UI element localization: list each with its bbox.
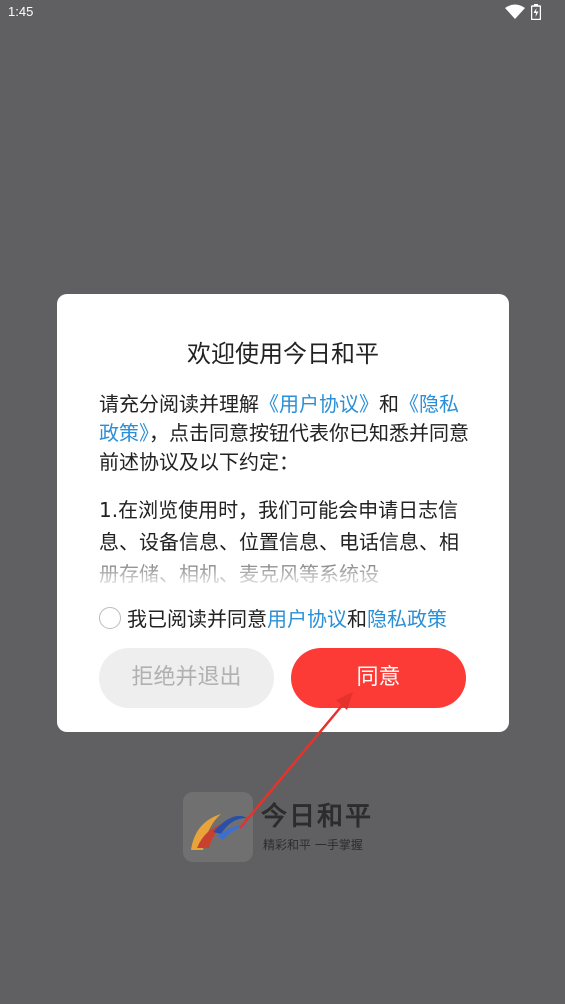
agree-button[interactable]: 同意 — [291, 648, 466, 708]
status-bar: 1:45 — [0, 0, 565, 24]
app-name: 今日和平 — [261, 802, 374, 832]
agree-text: 我已阅读并同意用户协议和隐私政策 — [127, 606, 447, 632]
agree-privacy-policy-link[interactable]: 隐私政策 — [367, 607, 447, 631]
dialog-intro: 请充分阅读并理解《用户协议》和《隐私政策》，点击同意按钮代表你已知悉并同意前述协… — [99, 390, 471, 477]
battery-icon — [531, 4, 541, 20]
app-slogan: 精彩和平 一手掌握 — [263, 838, 363, 852]
wifi-icon — [505, 4, 525, 19]
intro-prefix: 请充分阅读并理解 — [99, 392, 259, 416]
dialog-title: 欢迎使用今日和平 — [187, 340, 379, 368]
app-logo-icon — [183, 792, 253, 862]
status-time: 1:45 — [8, 4, 34, 19]
user-agreement-link[interactable]: 《用户协议》 — [259, 392, 379, 416]
intro-suffix: ，点击同意按钮代表你已知悉并同意前述协议及以下约定： — [99, 421, 469, 474]
agree-and: 和 — [347, 607, 367, 631]
splash-logo: 今日和平 精彩和平 一手掌握 — [183, 792, 383, 862]
agree-prefix: 我已阅读并同意 — [127, 607, 267, 631]
reject-exit-button[interactable]: 拒绝并退出 — [99, 648, 274, 708]
intro-and: 和 — [379, 392, 399, 416]
agree-user-agreement-link[interactable]: 用户协议 — [267, 607, 347, 631]
privacy-consent-dialog: 欢迎使用今日和平 请充分阅读并理解《用户协议》和《隐私政策》，点击同意按钮代表你… — [57, 294, 509, 732]
terms-fade — [57, 552, 509, 588]
agree-checkbox[interactable] — [99, 607, 121, 629]
